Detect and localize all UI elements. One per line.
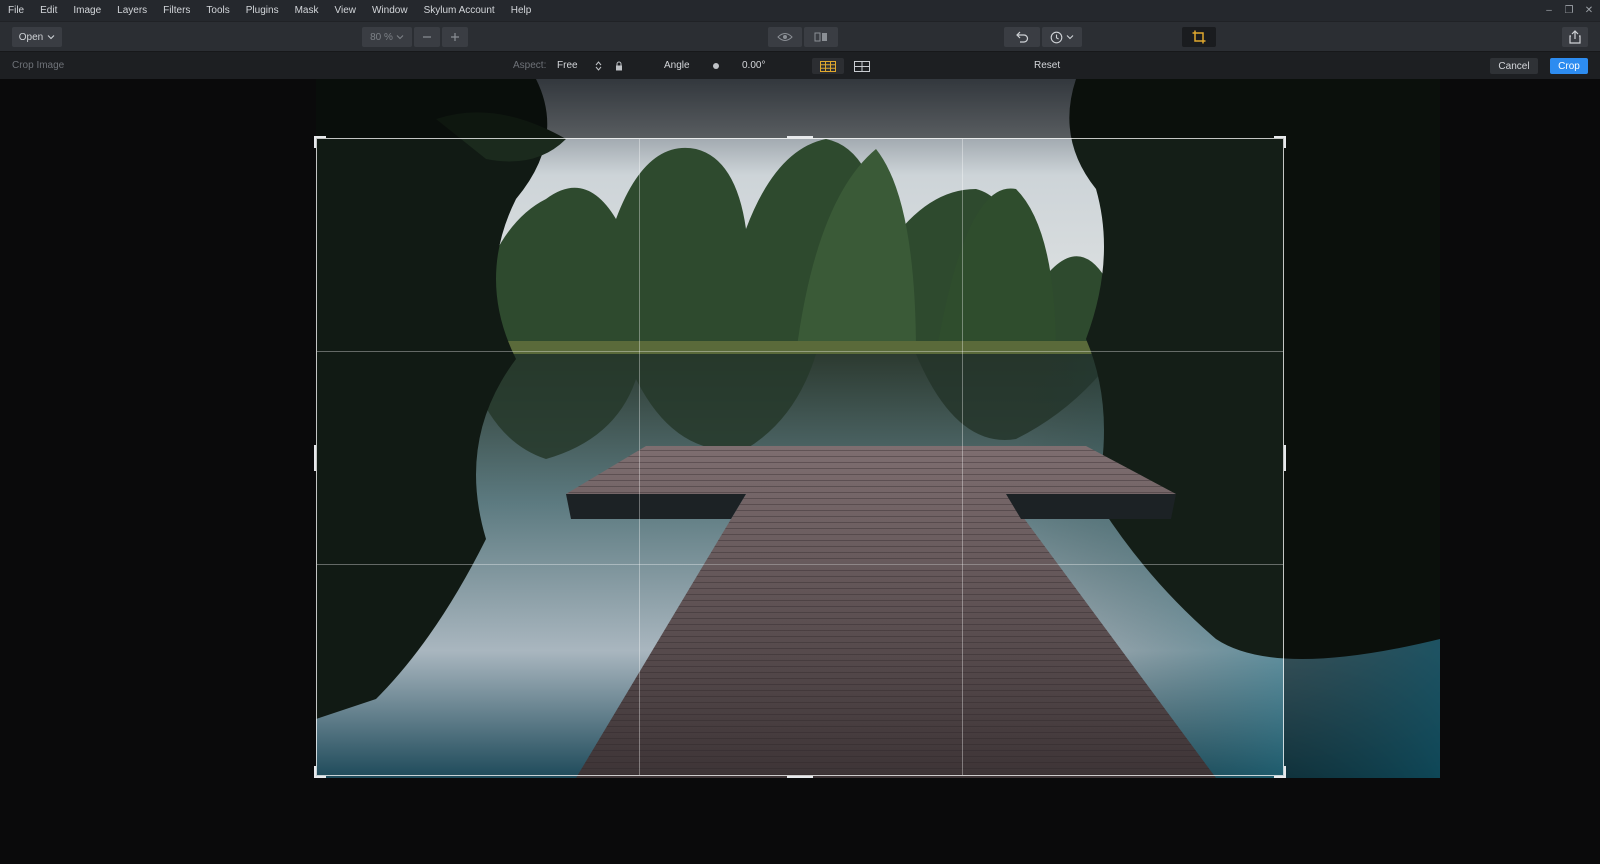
- undo-icon: [1016, 31, 1029, 43]
- aspect-select[interactable]: Free: [555, 58, 605, 74]
- grid-line-vertical: [962, 139, 963, 775]
- chevron-down-icon: [396, 35, 404, 40]
- reset-button[interactable]: Reset: [1034, 52, 1060, 80]
- lock-icon[interactable]: [615, 61, 623, 71]
- open-button[interactable]: Open: [12, 27, 62, 47]
- minimize-button[interactable]: –: [1544, 5, 1554, 16]
- aspect-value: Free: [557, 60, 578, 71]
- grid-icon: [854, 60, 870, 72]
- up-down-arrows-icon: [595, 61, 602, 71]
- restore-button[interactable]: ❐: [1564, 5, 1574, 16]
- crop-button[interactable]: Crop: [1550, 58, 1588, 74]
- thirds-grid-icon: [820, 60, 836, 72]
- crop-handle-top-left[interactable]: [314, 136, 326, 148]
- zoom-out-button[interactable]: [414, 27, 440, 47]
- menu-view[interactable]: View: [326, 0, 364, 21]
- toolbar: Open 80 %: [0, 21, 1600, 51]
- export-button[interactable]: [1562, 27, 1588, 47]
- crop-handle-bottom-left[interactable]: [314, 766, 326, 778]
- menu-tools[interactable]: Tools: [198, 0, 237, 21]
- angle-value[interactable]: 0.00°: [742, 52, 765, 80]
- angle-slider-knob[interactable]: [713, 63, 719, 69]
- menu-bar: File Edit Image Layers Filters Tools Plu…: [0, 0, 1600, 21]
- history-button[interactable]: [1042, 27, 1082, 47]
- zoom-dropdown[interactable]: 80 %: [362, 27, 412, 47]
- eye-icon: [777, 33, 793, 41]
- crop-mask-top: [316, 79, 1440, 138]
- crop-icon: [1192, 30, 1206, 44]
- grid-line-horizontal: [317, 564, 1283, 565]
- cancel-label: Cancel: [1498, 60, 1530, 72]
- image-canvas[interactable]: [0, 79, 1600, 864]
- crop-handle-bottom-right[interactable]: [1274, 766, 1286, 778]
- chevron-down-icon: [47, 35, 55, 40]
- compare-icon: [814, 32, 827, 42]
- share-icon: [1569, 30, 1581, 44]
- golden-grid-toggle[interactable]: [846, 58, 878, 74]
- chevron-down-icon: [1066, 35, 1074, 40]
- menu-skylum-account[interactable]: Skylum Account: [416, 0, 503, 21]
- menu-file[interactable]: File: [0, 0, 32, 21]
- preview-button[interactable]: [768, 27, 802, 47]
- aspect-label: Aspect:: [513, 60, 547, 71]
- grid-line-vertical: [639, 139, 640, 775]
- crop-image-title: Crop Image: [12, 60, 65, 71]
- menu-window[interactable]: Window: [364, 0, 416, 21]
- crop-mask-right: [1284, 138, 1440, 778]
- open-label: Open: [18, 31, 44, 43]
- crop-handle-bottom[interactable]: [787, 776, 813, 778]
- window-controls: – ❐ ✕: [1544, 0, 1594, 21]
- crop-options-bar: Crop Image Aspect: Free Angle 0.00° Rese…: [0, 51, 1600, 79]
- menu-image[interactable]: Image: [65, 0, 109, 21]
- undo-button[interactable]: [1004, 27, 1040, 47]
- crop-handle-top[interactable]: [787, 136, 813, 138]
- crop-frame[interactable]: [314, 136, 1286, 778]
- angle-label: Angle: [664, 60, 690, 71]
- minus-icon: [423, 36, 431, 38]
- zoom-in-button[interactable]: [442, 27, 468, 47]
- menu-filters[interactable]: Filters: [155, 0, 198, 21]
- rule-of-thirds-grid-toggle[interactable]: [812, 58, 844, 74]
- history-icon: [1050, 31, 1063, 43]
- close-button[interactable]: ✕: [1584, 5, 1594, 16]
- menu-mask[interactable]: Mask: [287, 0, 327, 21]
- menu-layers[interactable]: Layers: [109, 0, 155, 21]
- crop-label: Crop: [1558, 60, 1580, 72]
- menu-help[interactable]: Help: [503, 0, 540, 21]
- menu-plugins[interactable]: Plugins: [238, 0, 287, 21]
- grid-line-horizontal: [317, 351, 1283, 352]
- compare-button[interactable]: [804, 27, 838, 47]
- plus-icon: [451, 33, 459, 41]
- cancel-button[interactable]: Cancel: [1490, 58, 1538, 74]
- crop-tool-button[interactable]: [1182, 27, 1216, 47]
- menu-edit[interactable]: Edit: [32, 0, 65, 21]
- crop-handle-top-right[interactable]: [1274, 136, 1286, 148]
- crop-handle-left[interactable]: [314, 445, 316, 471]
- zoom-value: 80 %: [370, 31, 393, 43]
- crop-handle-right[interactable]: [1284, 445, 1286, 471]
